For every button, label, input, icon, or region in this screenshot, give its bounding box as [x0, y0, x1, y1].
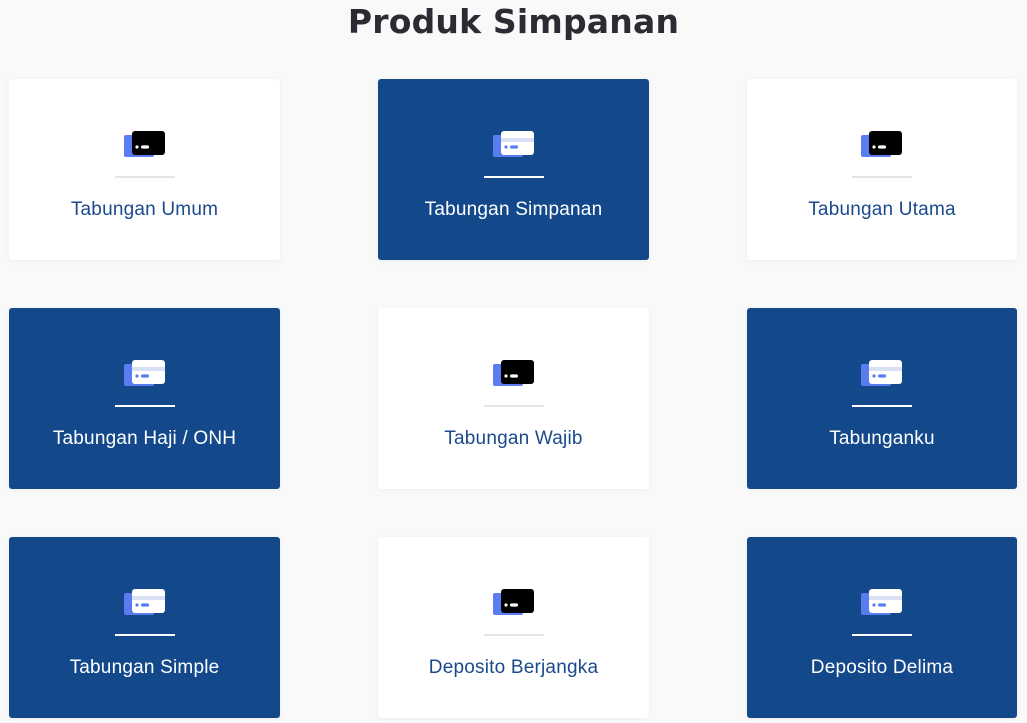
credit-card-icon — [861, 131, 903, 157]
product-label: Tabungan Simpanan — [424, 199, 603, 220]
credit-card-icon — [492, 589, 535, 615]
card-divider — [483, 405, 544, 407]
product-label: Deposito Delima — [810, 657, 954, 678]
product-label: Tabungan Wajib — [444, 428, 583, 449]
product-label: Tabungan Simple — [69, 657, 220, 678]
product-label: Tabungan Haji / ONH — [52, 428, 237, 449]
credit-card-icon — [123, 360, 166, 386]
product-card-deposito-berjangka[interactable]: Deposito Berjangka — [378, 537, 649, 718]
product-card-tabungan-umum[interactable]: Tabungan Umum — [9, 79, 280, 260]
card-divider — [852, 176, 912, 178]
product-label: Deposito Berjangka — [428, 657, 599, 678]
product-label: Tabungan Utama — [808, 199, 956, 220]
credit-card-icon — [123, 131, 166, 157]
card-divider — [114, 176, 175, 178]
credit-card-icon — [492, 131, 535, 157]
product-card-tabungan-haji-onh[interactable]: Tabungan Haji / ONH — [9, 308, 280, 489]
credit-card-icon — [861, 360, 903, 386]
product-label: Tabungan Umum — [70, 199, 219, 220]
product-card-tabungan-simpanan[interactable]: Tabungan Simpanan — [378, 79, 649, 260]
page-title: Produk Simpanan — [347, 2, 680, 41]
credit-card-icon — [123, 589, 166, 615]
product-card-tabungan-utama[interactable]: Tabungan Utama — [747, 79, 1017, 260]
product-card-tabungan-wajib[interactable]: Tabungan Wajib — [378, 308, 649, 489]
card-divider — [852, 405, 912, 407]
product-grid: Tabungan Umum Tabungan Simpanan Tabungan… — [9, 79, 1017, 718]
product-card-tabunganku[interactable]: Tabunganku — [747, 308, 1017, 489]
product-card-deposito-delima[interactable]: Deposito Delima — [747, 537, 1017, 718]
card-divider — [483, 634, 544, 636]
product-label: Tabunganku — [829, 428, 935, 449]
card-divider — [852, 634, 912, 636]
card-divider — [114, 634, 175, 636]
card-divider — [483, 176, 544, 178]
credit-card-icon — [492, 360, 535, 386]
credit-card-icon — [861, 589, 903, 615]
page: Produk Simpanan Tabungan Umum Tabungan S… — [0, 0, 1027, 723]
product-card-tabungan-simple[interactable]: Tabungan Simple — [9, 537, 280, 718]
card-divider — [114, 405, 175, 407]
